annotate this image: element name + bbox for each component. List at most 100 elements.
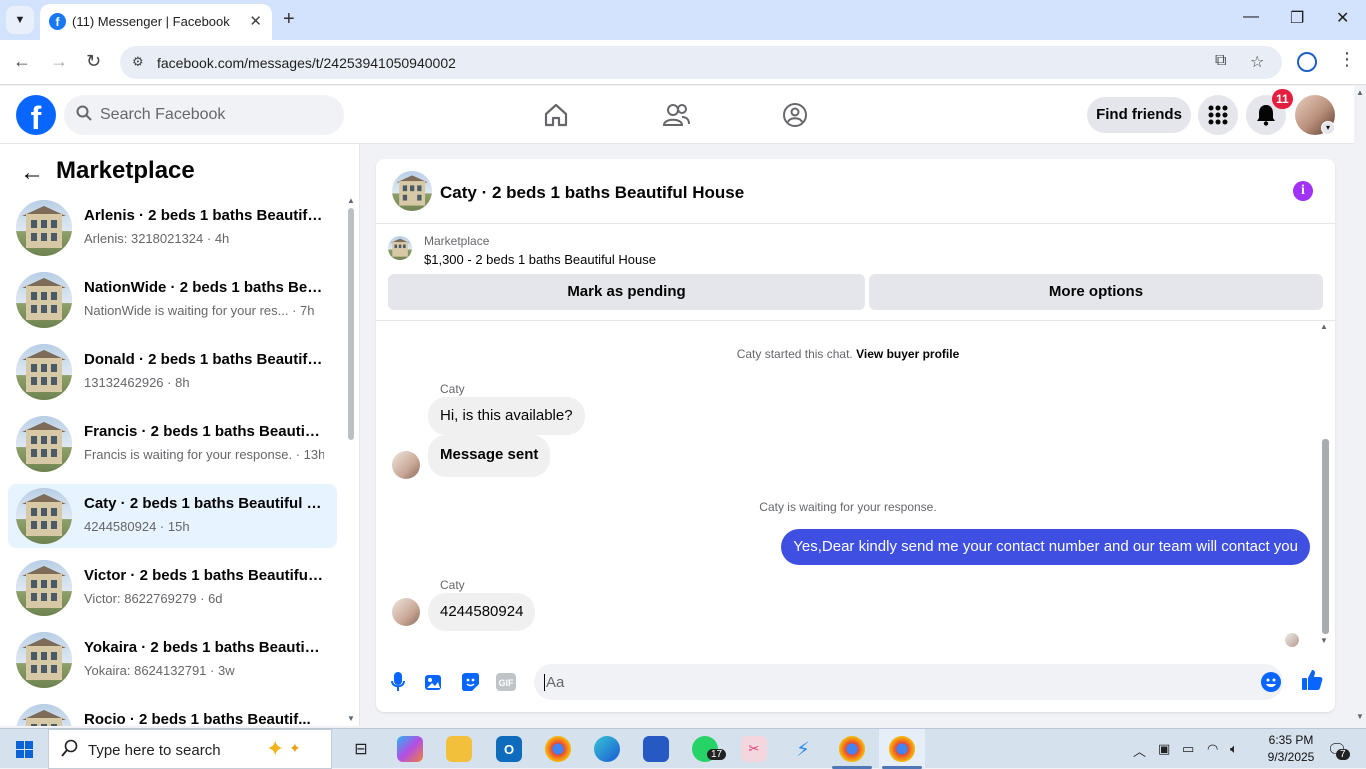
photo-icon[interactable]	[423, 671, 445, 693]
scroll-down-icon[interactable]: ▼	[1356, 712, 1364, 721]
copilot-icon[interactable]	[397, 736, 423, 762]
reload-icon[interactable]: ↻	[86, 51, 101, 72]
account-chevron-down-icon[interactable]: ▾	[1321, 121, 1335, 135]
outgoing-message[interactable]: Yes,Dear kindly send me your contact num…	[781, 529, 1310, 565]
omnibox[interactable]: ⚙ facebook.com/messages/t/24253941050940…	[120, 46, 1282, 79]
messages-scrollbar[interactable]: ▲ ▼	[1320, 322, 1330, 652]
listing-price-title[interactable]: $1,300 - 2 beds 1 baths Beautiful House	[424, 252, 656, 267]
thumbs-up-like-icon[interactable]	[1301, 669, 1323, 697]
conversation-item[interactable]: Rocio · 2 beds 1 baths Beautif...	[8, 700, 337, 726]
new-tab-icon[interactable]: +	[283, 8, 295, 31]
find-friends-button[interactable]: Find friends	[1087, 97, 1191, 133]
sender-avatar[interactable]	[392, 598, 420, 626]
emoji-icon[interactable]	[1261, 672, 1281, 692]
more-options-button[interactable]: More options	[869, 274, 1323, 310]
tray-chevron-up-icon[interactable]: ︿	[1133, 741, 1146, 760]
listing-small-thumbnail[interactable]	[388, 236, 412, 260]
install-app-icon[interactable]: ⧉	[1215, 52, 1226, 70]
wifi-icon[interactable]: ◠	[1207, 741, 1218, 757]
power-automate-icon[interactable]: ⚡	[790, 736, 816, 762]
site-info-icon[interactable]: ⚙	[132, 54, 144, 70]
conversation-item[interactable]: Arlenis · 2 beds 1 baths Beautiful... Arl…	[8, 196, 337, 260]
search-icon	[76, 105, 92, 126]
sticker-icon[interactable]	[459, 671, 481, 693]
microsoft-store-icon[interactable]	[643, 736, 669, 762]
chat-header: Caty · 2 beds 1 baths Beautiful House i	[376, 159, 1335, 224]
listing-thumbnail	[16, 560, 72, 616]
conversation-name: Arlenis · 2 beds 1 baths Beautiful...	[84, 207, 324, 224]
message-input[interactable]: Aa	[534, 664, 1283, 700]
incoming-message[interactable]: 4244580924	[428, 593, 536, 631]
windows-taskbar: Type here to search ✦ ✦ ⊟ O 17 ✂ ⚡ ︿ ▣ ▭…	[0, 728, 1366, 769]
mark-as-pending-button[interactable]: Mark as pending	[388, 274, 865, 310]
browser-profile-icon[interactable]	[1297, 52, 1317, 72]
conversation-item[interactable]: Donald · 2 beds 1 baths Beautifu... 13132…	[8, 340, 337, 404]
sidebar-scroll-thumb[interactable]	[348, 208, 354, 440]
windows-start-icon[interactable]	[16, 741, 33, 758]
home-icon[interactable]	[541, 100, 571, 130]
scroll-down-icon[interactable]: ▼	[347, 714, 355, 723]
conversation-item[interactable]: Francis · 2 beds 1 baths Beautiful... Fra…	[8, 412, 337, 476]
chat-started-notice: Caty started this chat. View buyer profi…	[376, 347, 1320, 361]
back-icon[interactable]: ←	[13, 51, 31, 72]
minimize-icon[interactable]: —	[1243, 8, 1259, 26]
scroll-down-icon[interactable]: ▼	[1320, 636, 1328, 645]
conversation-preview: Francis is waiting for your response. · …	[84, 447, 324, 462]
file-explorer-icon[interactable]	[446, 736, 472, 762]
bookmark-star-icon[interactable]: ☆	[1250, 52, 1264, 72]
menu-grid-icon[interactable]	[1198, 95, 1238, 135]
facebook-logo-icon[interactable]: f	[16, 95, 56, 136]
marketplace-listing-bar: Marketplace $1,300 - 2 beds 1 baths Beau…	[376, 225, 1335, 321]
listing-thumbnail	[16, 632, 72, 688]
tab-close-icon[interactable]: ✕	[249, 12, 262, 30]
battery-icon[interactable]: ▭	[1182, 741, 1194, 757]
groups-icon[interactable]	[780, 100, 810, 130]
chrome-icon[interactable]	[545, 736, 571, 762]
scroll-up-icon[interactable]: ▲	[347, 196, 355, 205]
chrome-active-icon[interactable]	[889, 736, 915, 762]
chrome-profile-icon[interactable]	[839, 736, 865, 762]
microphone-icon[interactable]	[387, 671, 409, 693]
facebook-search-input[interactable]: Search Facebook	[64, 95, 344, 135]
gif-icon[interactable]: GIF	[495, 671, 517, 693]
view-buyer-profile-link[interactable]: View buyer profile	[856, 347, 959, 361]
chat-title[interactable]: Caty · 2 beds 1 baths Beautiful House	[440, 183, 744, 203]
incoming-message[interactable]: Hi, is this available?	[428, 397, 585, 435]
forward-icon[interactable]: →	[50, 51, 68, 72]
friends-icon[interactable]	[661, 100, 691, 130]
listing-thumbnail	[16, 704, 72, 726]
info-icon[interactable]: i	[1293, 181, 1313, 201]
maximize-icon[interactable]: ❐	[1290, 8, 1304, 28]
tab-search-dropdown-icon[interactable]: ▼	[6, 6, 34, 34]
listing-thumbnail[interactable]	[392, 171, 432, 211]
scroll-up-icon[interactable]: ▲	[1320, 322, 1328, 331]
sidebar-title: Marketplace	[56, 157, 195, 184]
url-text[interactable]: facebook.com/messages/t/2425394105094000…	[157, 55, 456, 71]
clock-date: 9/3/2025	[1267, 750, 1315, 764]
page-scrollbar[interactable]: ▲ ▼	[1354, 86, 1366, 726]
browser-menu-icon[interactable]: ⋮	[1338, 49, 1356, 70]
browser-tab[interactable]: f (11) Messenger | Facebook ✕	[40, 4, 272, 40]
sender-avatar[interactable]	[392, 451, 420, 479]
outlook-icon[interactable]: O	[496, 736, 522, 762]
conversation-item[interactable]: Victor · 2 beds 1 baths Beautiful ... Vic…	[8, 556, 337, 620]
task-view-icon[interactable]: ⊟	[348, 736, 374, 762]
messages-scroll-thumb[interactable]	[1322, 439, 1329, 634]
conversation-item[interactable]: Caty · 2 beds 1 baths Beautiful H... 4244…	[8, 484, 337, 548]
back-arrow-icon[interactable]: ←	[20, 159, 44, 187]
taskbar-clock[interactable]: 6:35 PM 9/3/2025	[1260, 732, 1322, 766]
snipping-tool-icon[interactable]: ✂	[741, 736, 767, 762]
conversation-item[interactable]: Yokaira · 2 beds 1 baths Beautiful... Yok…	[8, 628, 337, 692]
volume-icon[interactable]: 🔈︎	[1230, 741, 1238, 757]
sidebar-scrollbar[interactable]: ▲ ▼	[347, 196, 355, 723]
edge-icon[interactable]	[594, 736, 620, 762]
window-close-icon[interactable]: ✕	[1336, 8, 1349, 28]
scroll-up-icon[interactable]: ▲	[1356, 88, 1364, 97]
sender-name: Caty	[440, 578, 465, 592]
search-highlight-star-icon: ✦	[289, 740, 301, 756]
tray-meet-icon[interactable]: ▣	[1158, 741, 1170, 757]
conversation-item[interactable]: NationWide · 2 beds 1 baths Bea... Nation…	[8, 268, 337, 332]
taskbar-search-box[interactable]: Type here to search ✦ ✦	[48, 729, 332, 769]
incoming-message[interactable]: Message sent	[428, 435, 551, 477]
conversation-preview: NationWide is waiting for your res... · …	[84, 303, 315, 318]
